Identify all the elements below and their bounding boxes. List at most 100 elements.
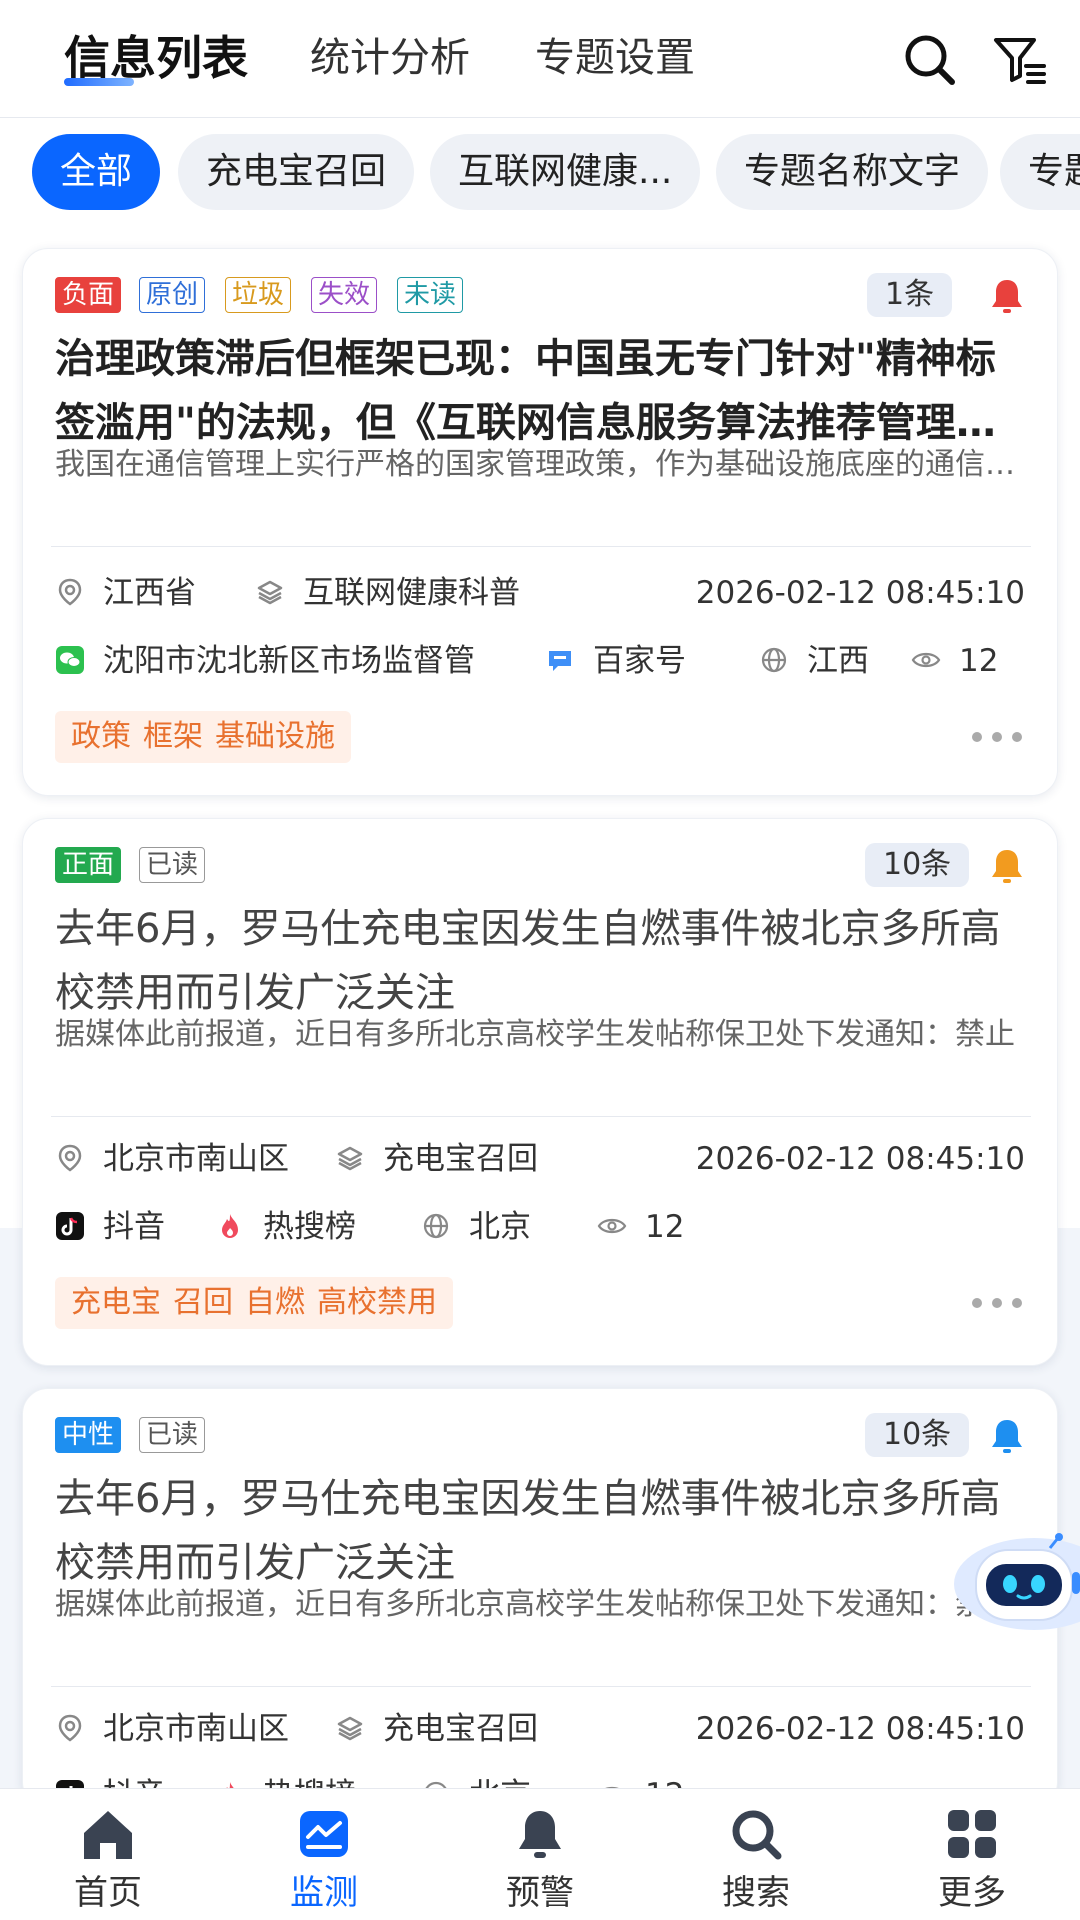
similar-count-badge[interactable]: 10条: [865, 1413, 970, 1457]
similar-count-badge[interactable]: 10条: [865, 843, 970, 887]
views-meta: 12: [911, 641, 998, 681]
source-account: 沈阳市沈北新区市场监督管: [103, 643, 475, 679]
keyword-tags: 充电宝 召回 自燃 高校禁用: [55, 1277, 453, 1329]
news-card[interactable]: 正面 已读 10条 去年6月，罗马仕充电宝因发生自燃事件被北京多所高校禁用而引发…: [22, 818, 1058, 1366]
topic-meta: 互联网健康科普: [255, 573, 520, 613]
news-title[interactable]: 治理政策滞后但框架已现：中国虽无专门针对"精神标签滥用"的法规，但《互联网信息服…: [55, 327, 1035, 455]
news-summary: 我国在通信管理上实行严格的国家管理政策，作为基础设施底座的通信网络: [55, 447, 1035, 482]
views-meta: 12: [597, 1207, 684, 1247]
nav-more[interactable]: 更多: [864, 1789, 1080, 1920]
sentiment-badge: 中性: [55, 1417, 122, 1453]
more-options-icon[interactable]: [969, 729, 1025, 745]
grid-icon: [948, 1810, 996, 1858]
platform-text: 热搜榜: [263, 1209, 356, 1245]
topic-text: 互联网健康科普: [303, 575, 520, 611]
publish-time: 2026-02-12 08:45:10: [695, 575, 1025, 611]
search-icon[interactable]: [900, 30, 960, 90]
news-summary: 据媒体此前报道，近日有多所北京高校学生发帖称保卫处下发通知：禁止: [55, 1587, 1015, 1622]
region-meta: 北京: [421, 1207, 531, 1247]
divider: [51, 1116, 1031, 1117]
flame-icon: [222, 1214, 238, 1238]
globe-icon: [423, 1213, 449, 1239]
bell-icon: [519, 1811, 561, 1858]
invalid-badge: 失效: [311, 277, 378, 313]
source-account: 抖音: [103, 1209, 165, 1245]
read-badge: 已读: [139, 847, 206, 883]
filter-icon[interactable]: [990, 30, 1050, 90]
chip-all[interactable]: 全部: [32, 134, 161, 210]
read-badge: 已读: [139, 1417, 206, 1453]
location-pin-icon: [58, 1714, 82, 1742]
search-icon: [732, 1810, 782, 1860]
news-card[interactable]: 负面 原创 垃圾 失效 未读 1条 治理政策滞后但框架已现：中国虽无专门针对"精…: [22, 248, 1058, 796]
ai-assistant-robot[interactable]: [954, 1532, 1080, 1632]
platform-meta: 热搜榜: [215, 1207, 356, 1247]
keyword: 召回: [173, 1285, 233, 1320]
tab-statistics[interactable]: 统计分析: [310, 28, 470, 88]
location-meta: 江西省: [55, 573, 196, 613]
topic-meta: 充电宝召回: [335, 1709, 538, 1749]
topic-text: 充电宝召回: [383, 1141, 538, 1177]
nav-label: 监测: [290, 1873, 358, 1913]
views-count: 12: [645, 1209, 685, 1245]
eye-icon: [597, 1218, 627, 1234]
nav-alerts[interactable]: 预警: [432, 1789, 648, 1920]
nav-monitor[interactable]: 监测: [216, 1789, 432, 1920]
spam-badge: 垃圾: [225, 277, 292, 313]
sentiment-badge: 正面: [55, 847, 122, 883]
home-icon: [84, 1811, 132, 1859]
chip-topic[interactable]: 专题名称文字: [716, 134, 989, 210]
globe-icon: [761, 647, 787, 673]
views-count: 12: [959, 643, 999, 679]
source-meta: 抖音: [55, 1207, 165, 1247]
bell-icon[interactable]: [989, 277, 1025, 315]
location-pin-icon: [58, 1144, 82, 1172]
location-pin-icon: [58, 578, 82, 606]
publish-time: 2026-02-12 08:45:10: [695, 1711, 1025, 1747]
bell-icon[interactable]: [989, 847, 1025, 885]
chip-topic[interactable]: 专题: [1000, 134, 1080, 210]
keyword: 自燃: [245, 1285, 305, 1320]
keyword-tags: 政策 框架 基础设施: [55, 711, 351, 763]
tab-topic-settings[interactable]: 专题设置: [535, 28, 695, 88]
nav-label: 预警: [506, 1873, 574, 1913]
original-badge: 原创: [139, 277, 206, 313]
similar-count-badge[interactable]: 1条: [867, 273, 953, 317]
location-text: 北京市南山区: [103, 1141, 289, 1177]
more-options-icon[interactable]: [969, 1295, 1025, 1311]
divider: [51, 1686, 1031, 1687]
keyword: 基础设施: [215, 719, 335, 754]
nav-label: 搜索: [722, 1873, 790, 1913]
layers-icon: [337, 1716, 363, 1741]
top-header: 信息列表 统计分析 专题设置: [0, 0, 1080, 118]
news-title[interactable]: 去年6月，罗马仕充电宝因发生自燃事件被北京多所高校禁用而引发广泛关注: [55, 897, 1035, 1025]
divider: [51, 546, 1031, 547]
eye-icon: [911, 652, 941, 668]
unread-badge: 未读: [397, 277, 464, 313]
location-meta: 北京市南山区: [55, 1139, 289, 1179]
nav-label: 首页: [74, 1873, 142, 1913]
layers-icon: [257, 580, 283, 605]
region-text: 江西: [807, 643, 869, 679]
monitor-icon: [300, 1811, 348, 1857]
news-summary: 据媒体此前报道，近日有多所北京高校学生发帖称保卫处下发通知：禁止: [55, 1017, 1015, 1052]
location-text: 北京市南山区: [103, 1711, 289, 1747]
chip-topic[interactable]: 充电宝召回: [178, 134, 415, 210]
nav-home[interactable]: 首页: [0, 1789, 216, 1920]
active-tab-indicator: [64, 78, 134, 86]
news-title[interactable]: 去年6月，罗马仕充电宝因发生自燃事件被北京多所高校禁用而引发广泛关注: [55, 1467, 1035, 1595]
topic-text: 充电宝召回: [383, 1711, 538, 1747]
bell-icon[interactable]: [989, 1417, 1025, 1455]
source-meta: 沈阳市沈北新区市场监督管: [55, 641, 475, 681]
region-text: 北京: [469, 1209, 531, 1245]
chip-topic[interactable]: 互联网健康...: [430, 134, 701, 210]
baijiahao-icon: [549, 651, 571, 671]
nav-search[interactable]: 搜索: [648, 1789, 864, 1920]
layers-icon: [337, 1146, 363, 1171]
topic-filter-chips: 全部 充电宝召回 互联网健康... 专题名称文字 专题: [0, 118, 1080, 228]
wechat-icon: [56, 646, 84, 674]
douyin-icon: [56, 1212, 84, 1240]
news-card[interactable]: 中性 已读 10条 去年6月，罗马仕充电宝因发生自燃事件被北京多所高校禁用而引发…: [22, 1388, 1058, 1808]
location-meta: 北京市南山区: [55, 1709, 289, 1749]
keyword: 高校禁用: [317, 1285, 437, 1320]
